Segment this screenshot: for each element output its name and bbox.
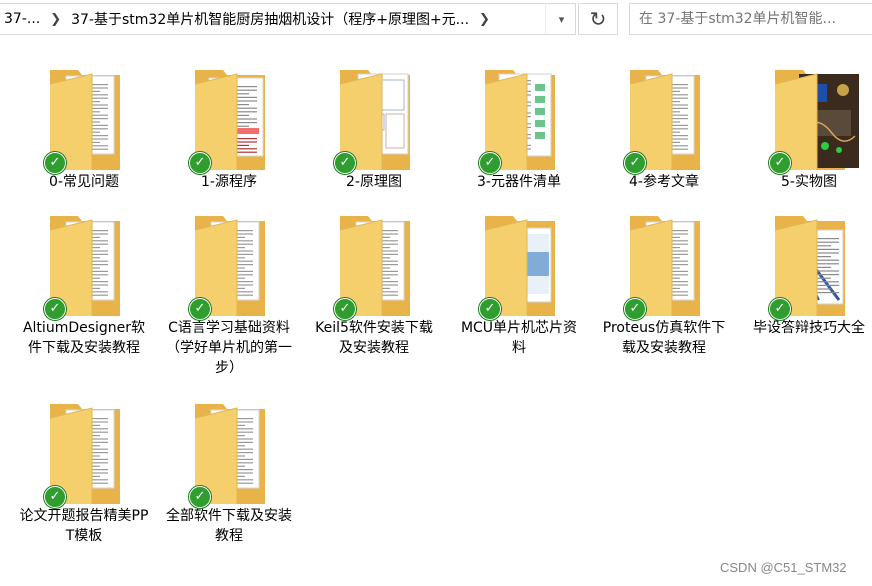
sync-status-check-icon: ✓ (769, 152, 791, 174)
sync-status-check-icon: ✓ (479, 298, 501, 320)
sync-status-check-icon: ✓ (44, 298, 66, 320)
sync-status-check-icon: ✓ (334, 152, 356, 174)
folder-label: 全部软件下载及安装教程 (166, 508, 292, 544)
folder-icon: ✓ (324, 212, 424, 320)
folder-label: 5-实物图 (781, 174, 837, 190)
folder-label: 0-常见问题 (49, 174, 119, 190)
search-box[interactable] (629, 3, 872, 35)
folder-icon: ✓ (614, 66, 714, 174)
folder-label: 毕设答辩技巧大全 (753, 320, 865, 336)
folder-icon: ✓ (469, 66, 569, 174)
folder-icon: ✓ (759, 212, 859, 320)
address-bar: 37-... ❯ 37-基于stm32单片机智能厨房抽烟机设计（程序+原理图+元… (0, 0, 872, 40)
folder-item[interactable]: ✓ 论文开题报告精美PPT模板 (15, 400, 153, 546)
folder-item[interactable]: ✓ 4-参考文章 (595, 66, 733, 192)
refresh-icon: ↻ (589, 7, 607, 31)
sync-status-check-icon: ✓ (334, 298, 356, 320)
folder-item[interactable]: ✓ 全部软件下载及安装教程 (160, 400, 298, 546)
sync-status-check-icon: ✓ (44, 486, 66, 508)
sync-status-check-icon: ✓ (479, 152, 501, 174)
folder-label: Proteus仿真软件下载及安装教程 (602, 320, 726, 356)
folder-icon: ✓ (179, 66, 279, 174)
folder-item[interactable]: ✓ 1-源程序 (160, 66, 298, 192)
folder-label: AltiumDesigner软件下载及安装教程 (22, 320, 146, 356)
folder-icon: ✓ (759, 66, 859, 174)
folder-label: 1-源程序 (201, 174, 257, 190)
sync-status-check-icon: ✓ (189, 298, 211, 320)
folder-item[interactable]: ✓ 2-原理图 (305, 66, 443, 192)
watermark: CSDN @C51_STM32 (720, 560, 847, 575)
folder-item[interactable]: ✓ 0-常见问题 (15, 66, 153, 192)
folder-label: MCU单片机芯片资料 (460, 320, 578, 356)
sync-status-check-icon: ✓ (189, 486, 211, 508)
folder-icon: ✓ (34, 66, 134, 174)
folder-item[interactable]: ✓ AltiumDesigner软件下载及安装教程 (15, 212, 153, 358)
sync-status-check-icon: ✓ (44, 152, 66, 174)
address-dropdown-button[interactable]: ▾ (545, 3, 577, 35)
folder-item[interactable]: ✓ C语言学习基础资料（学好单片机的第一步） (160, 212, 298, 378)
search-input[interactable] (639, 11, 869, 27)
folder-label: Keil5软件安装下载及安装教程 (315, 320, 433, 356)
breadcrumb-item-current[interactable]: 37-基于stm32单片机智能厨房抽烟机设计（程序+原理图+元... (67, 9, 473, 29)
folder-item[interactable]: ✓ 毕设答辩技巧大全 (740, 212, 872, 338)
folder-icon: ✓ (34, 400, 134, 508)
sync-status-check-icon: ✓ (769, 298, 791, 320)
folder-icon: ✓ (179, 212, 279, 320)
folder-label: 2-原理图 (346, 174, 402, 190)
sync-status-check-icon: ✓ (189, 152, 211, 174)
folder-item[interactable]: ✓ Proteus仿真软件下载及安装教程 (595, 212, 733, 358)
folder-label: C语言学习基础资料（学好单片机的第一步） (166, 320, 292, 376)
sync-status-check-icon: ✓ (624, 152, 646, 174)
chevron-right-icon[interactable]: ❯ (473, 12, 496, 27)
sync-status-check-icon: ✓ (624, 298, 646, 320)
folder-label: 4-参考文章 (629, 174, 699, 190)
folder-label: 论文开题报告精美PPT模板 (19, 508, 149, 544)
folder-icon: ✓ (324, 66, 424, 174)
chevron-right-icon[interactable]: ❯ (44, 12, 67, 27)
folder-icon: ✓ (469, 212, 569, 320)
folder-icon: ✓ (34, 212, 134, 320)
folder-item[interactable]: ✓ MCU单片机芯片资料 (450, 212, 588, 358)
breadcrumb-item-parent[interactable]: 37-... (0, 11, 44, 27)
breadcrumb[interactable]: 37-... ❯ 37-基于stm32单片机智能厨房抽烟机设计（程序+原理图+元… (0, 3, 576, 35)
chevron-down-icon: ▾ (558, 12, 565, 26)
folder-icon: ✓ (614, 212, 714, 320)
refresh-button[interactable]: ↻ (578, 3, 618, 35)
folder-icon: ✓ (179, 400, 279, 508)
folder-item[interactable]: ✓ 3-元器件清单 (450, 66, 588, 192)
folder-label: 3-元器件清单 (477, 174, 561, 190)
folder-item[interactable]: ✓ Keil5软件安装下载及安装教程 (305, 212, 443, 358)
folder-item[interactable]: ✓ 5-实物图 (740, 66, 872, 192)
